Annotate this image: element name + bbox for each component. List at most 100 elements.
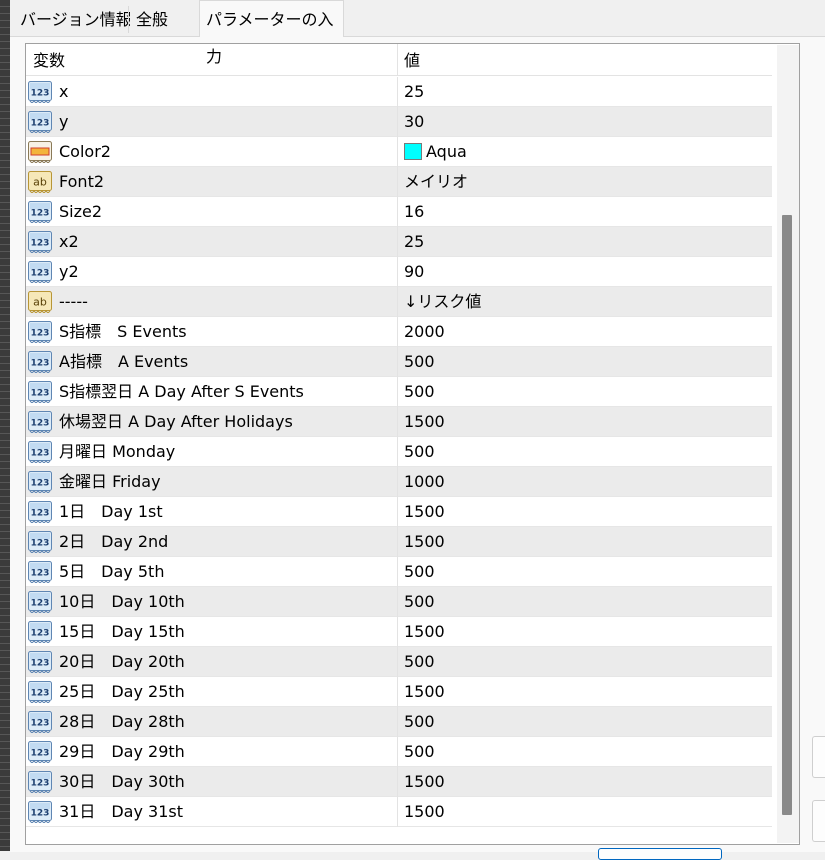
- parameter-value[interactable]: 500: [404, 587, 435, 616]
- parameter-name: y: [59, 112, 69, 131]
- integer-icon: 123: [28, 591, 52, 614]
- parameter-value[interactable]: 500: [404, 347, 435, 376]
- integer-icon: 123: [28, 471, 52, 494]
- integer-icon: 123: [28, 711, 52, 734]
- string-icon: ab: [28, 171, 52, 194]
- parameter-name: 30日 Day 30th: [59, 772, 185, 791]
- parameter-value[interactable]: 2000: [404, 317, 445, 346]
- column-header-variable[interactable]: 変数: [33, 44, 65, 75]
- parameter-value-text: 500: [404, 592, 435, 611]
- parameter-value[interactable]: Aqua: [404, 137, 467, 166]
- tab-version-info[interactable]: バージョン情報: [14, 4, 138, 35]
- table-row[interactable]: 123 x 25: [26, 77, 772, 107]
- parameter-value[interactable]: 30: [404, 107, 424, 136]
- integer-icon: 123: [28, 261, 52, 284]
- table-row[interactable]: 123 y 30: [26, 107, 772, 137]
- grid-rows: 123 x 25 123 y 30 Color2 Aqua ab Font2 メイリオ 123 Size…: [26, 77, 772, 827]
- parameter-name: 31日 Day 31st: [59, 802, 184, 821]
- column-divider: [397, 257, 398, 287]
- table-row[interactable]: 123 A指標 A Events 500: [26, 347, 772, 377]
- column-divider[interactable]: [397, 44, 398, 75]
- table-row[interactable]: 123 Size2 16: [26, 197, 772, 227]
- tab-general[interactable]: 全般: [130, 4, 175, 35]
- parameter-name: S指標翌日 A Day After S Events: [59, 382, 304, 401]
- parameter-value-text: 1500: [404, 802, 445, 821]
- column-header-value[interactable]: 値: [404, 44, 420, 75]
- table-row[interactable]: 123 29日 Day 29th 500: [26, 737, 772, 767]
- table-row[interactable]: 123 10日 Day 10th 500: [26, 587, 772, 617]
- table-row[interactable]: 123 月曜日 Monday 500: [26, 437, 772, 467]
- svg-text:123: 123: [31, 449, 50, 459]
- table-row[interactable]: 123 S指標 S Events 2000: [26, 317, 772, 347]
- parameter-value[interactable]: 500: [404, 557, 435, 586]
- column-divider: [397, 647, 398, 677]
- parameter-name: 25日 Day 25th: [59, 682, 185, 701]
- parameter-value[interactable]: メイリオ: [404, 167, 468, 196]
- parameter-value[interactable]: 500: [404, 707, 435, 736]
- parameter-value[interactable]: 500: [404, 647, 435, 676]
- parameter-value[interactable]: 1000: [404, 467, 445, 496]
- parameter-value[interactable]: 16: [404, 197, 424, 226]
- svg-text:123: 123: [31, 749, 50, 759]
- parameter-value[interactable]: 1500: [404, 407, 445, 436]
- side-button[interactable]: [812, 800, 825, 842]
- table-row[interactable]: 123 31日 Day 31st 1500: [26, 797, 772, 827]
- table-row[interactable]: 123 15日 Day 15th 1500: [26, 617, 772, 647]
- color-swatch: [404, 143, 422, 160]
- parameter-value-text: 500: [404, 742, 435, 761]
- table-row[interactable]: 123 1日 Day 1st 1500: [26, 497, 772, 527]
- table-row[interactable]: 123 y2 90: [26, 257, 772, 287]
- parameter-value[interactable]: 500: [404, 377, 435, 406]
- column-divider: [397, 347, 398, 377]
- parameter-value[interactable]: 1500: [404, 497, 445, 526]
- side-button[interactable]: [812, 736, 825, 778]
- parameter-value[interactable]: ↓リスク値: [404, 287, 481, 316]
- table-row[interactable]: ab ----- ↓リスク値: [26, 287, 772, 317]
- parameter-name: 2日 Day 2nd: [59, 532, 169, 551]
- table-row[interactable]: 123 2日 Day 2nd 1500: [26, 527, 772, 557]
- table-row[interactable]: 123 x2 25: [26, 227, 772, 257]
- table-row[interactable]: 123 30日 Day 30th 1500: [26, 767, 772, 797]
- parameter-value[interactable]: 1500: [404, 617, 445, 646]
- column-divider: [397, 437, 398, 467]
- table-row[interactable]: ab Font2 メイリオ: [26, 167, 772, 197]
- table-row[interactable]: 123 S指標翌日 A Day After S Events 500: [26, 377, 772, 407]
- parameter-value-text: メイリオ: [404, 172, 469, 191]
- parameter-value[interactable]: 25: [404, 227, 424, 256]
- table-row[interactable]: 123 金曜日 Friday 1000: [26, 467, 772, 497]
- table-row[interactable]: 123 28日 Day 28th 500: [26, 707, 772, 737]
- table-row[interactable]: 123 5日 Day 5th 500: [26, 557, 772, 587]
- vertical-scrollbar[interactable]: [777, 45, 799, 843]
- parameter-value[interactable]: 25: [404, 77, 424, 106]
- parameter-value-text: 500: [404, 382, 435, 401]
- parameter-name: 10日 Day 10th: [59, 592, 185, 611]
- integer-icon: 123: [28, 321, 52, 344]
- parameter-name: 28日 Day 28th: [59, 712, 185, 731]
- table-row[interactable]: 123 休場翌日 A Day After Holidays 1500: [26, 407, 772, 437]
- tab-input-parameters[interactable]: パラメーターの入力: [199, 0, 344, 66]
- scrollbar-thumb[interactable]: [782, 215, 792, 815]
- parameter-value[interactable]: 1500: [404, 767, 445, 796]
- table-row[interactable]: Color2 Aqua: [26, 137, 772, 167]
- parameter-value[interactable]: 500: [404, 737, 435, 766]
- parameter-value[interactable]: 90: [404, 257, 424, 286]
- background-window-strip: [0, 0, 10, 851]
- table-row[interactable]: 123 20日 Day 20th 500: [26, 647, 772, 677]
- table-row[interactable]: 123 25日 Day 25th 1500: [26, 677, 772, 707]
- svg-text:123: 123: [31, 809, 50, 819]
- parameter-value-text: 25: [404, 232, 425, 251]
- column-divider: [397, 557, 398, 587]
- integer-icon: 123: [28, 231, 52, 254]
- parameter-name: Font2: [59, 172, 105, 191]
- parameter-value[interactable]: 500: [404, 437, 435, 466]
- parameter-value[interactable]: 1500: [404, 797, 445, 826]
- svg-text:123: 123: [31, 329, 50, 339]
- parameter-value[interactable]: 1500: [404, 677, 445, 706]
- parameter-value[interactable]: 1500: [404, 527, 445, 556]
- integer-icon: 123: [28, 801, 52, 824]
- integer-icon: 123: [28, 531, 52, 554]
- ok-button[interactable]: [598, 848, 722, 860]
- parameter-name: A指標 A Events: [59, 352, 189, 371]
- column-divider: [397, 587, 398, 617]
- integer-icon: 123: [28, 651, 52, 674]
